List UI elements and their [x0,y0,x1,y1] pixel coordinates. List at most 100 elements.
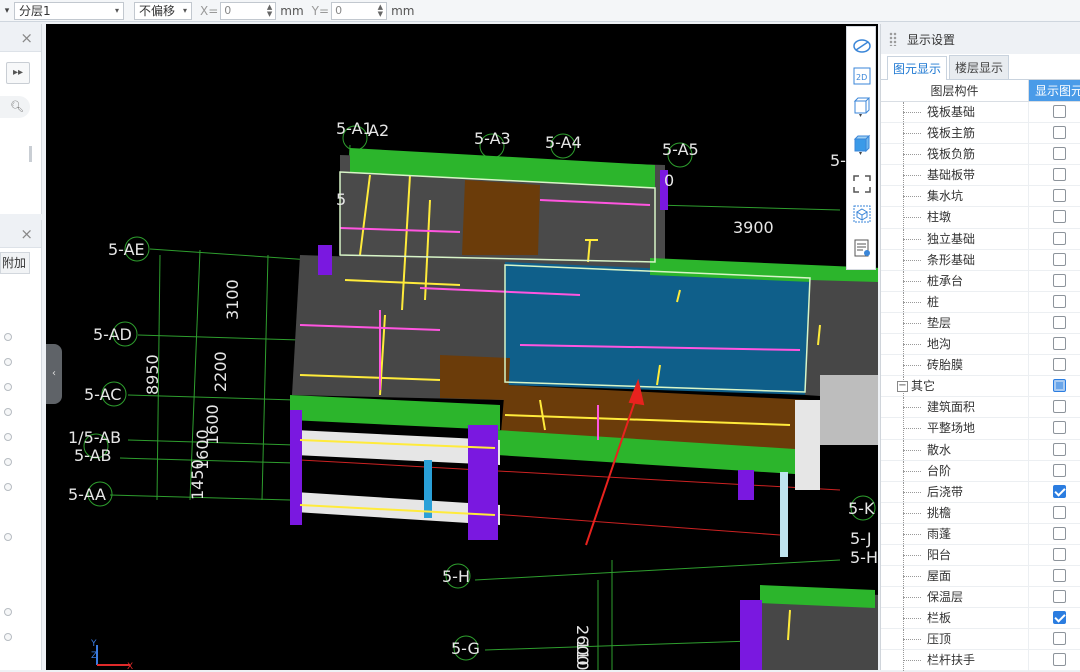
show-element-checkbox[interactable] [1053,400,1066,414]
layer-row[interactable]: 基础板带 [881,165,1080,187]
show-element-checkbox[interactable] [1053,189,1066,203]
layer-row[interactable]: 砖胎膜 [881,355,1080,377]
layer-row[interactable]: 柱墩 [881,207,1080,229]
show-element-checkbox[interactable] [1053,379,1066,393]
show-element-checkbox[interactable] [1053,547,1066,561]
search-icon[interactable]: 🔍︎ [0,96,30,118]
radio-button[interactable] [4,358,12,366]
radio-button[interactable] [4,333,12,341]
layer-row[interactable]: 雨蓬 [881,523,1080,545]
radio-button[interactable] [4,408,12,416]
spin-icon[interactable]: ▲ ▼ [267,3,272,18]
layer-row[interactable]: 筏板基础 [881,102,1080,124]
layer-row[interactable]: 条形基础 [881,249,1080,271]
show-element-checkbox[interactable] [1053,611,1066,625]
radio-button[interactable] [4,633,12,641]
layer-row[interactable]: 屋面 [881,566,1080,588]
show-element-checkbox[interactable] [1053,147,1066,161]
tab-element-display[interactable]: 图元显示 [887,56,948,80]
show-element-checkbox[interactable] [1053,463,1066,477]
layer-row[interactable]: 独立基础 [881,228,1080,250]
show-element-checkbox[interactable] [1053,358,1066,372]
radio-button[interactable] [4,608,12,616]
dimension-label: 3900 [733,218,774,237]
tree-line [903,660,921,662]
tree-line [903,576,921,578]
3d-box-icon[interactable]: ▾ [851,95,873,117]
layer-row[interactable]: 筏板负筋 [881,144,1080,166]
layer-row[interactable]: 桩 [881,291,1080,313]
radio-button[interactable] [4,383,12,391]
show-element-checkbox[interactable] [1053,337,1066,351]
display-settings-icon[interactable] [851,237,873,259]
layer-row-show-cell [1029,250,1080,270]
layer-row[interactable]: 散水 [881,439,1080,461]
collapse-left-panel-handle[interactable]: ‹ [46,344,62,404]
show-element-checkbox[interactable] [1053,526,1066,540]
show-element-checkbox[interactable] [1053,421,1066,435]
show-element-checkbox[interactable] [1053,168,1066,182]
radio-button[interactable] [4,433,12,441]
offset-select[interactable]: 不偏移 ▾ [134,1,192,20]
show-element-checkbox[interactable] [1053,105,1066,118]
show-element-checkbox[interactable] [1053,210,1066,224]
collapse-icon[interactable]: − [897,381,908,393]
layer-row[interactable]: − 其它 [881,376,1080,398]
dropdown-arrow-icon[interactable]: ▾ [0,6,14,16]
layer-row[interactable]: 筏板主筋 [881,123,1080,145]
show-element-checkbox[interactable] [1053,231,1066,245]
box-select-icon[interactable] [851,203,873,225]
layer-row[interactable]: 台阶 [881,460,1080,482]
show-element-checkbox[interactable] [1053,590,1066,604]
layer-row[interactable]: 平整场地 [881,418,1080,440]
layer-row-name-cell: 保温层 [881,587,1029,608]
layer-row-show-cell [1029,397,1080,417]
panel-title-bar[interactable]: 显示设置 [881,24,1080,54]
spin-icon[interactable]: ▲ ▼ [378,3,383,18]
3d-viewport[interactable]: 5-A1 A2 5-A3 5-A4 5-A5 5- 5-AE 5-AD 5-AC… [46,24,878,670]
show-element-checkbox[interactable] [1053,294,1066,308]
drag-grip-icon[interactable] [889,32,897,46]
show-element-checkbox[interactable] [1053,273,1066,287]
y-label: Y= [311,3,330,18]
layer-row[interactable]: 后浇带 [881,481,1080,503]
layer-row[interactable]: 地沟 [881,334,1080,356]
show-element-checkbox[interactable] [1053,569,1066,583]
layer-select[interactable]: 分层1 ▾ [14,1,124,20]
show-element-checkbox[interactable] [1053,484,1066,498]
layer-row[interactable]: 集水坑 [881,186,1080,208]
layer-row[interactable]: 栏板 [881,608,1080,630]
zoom-extents-icon[interactable] [851,173,873,195]
radio-button[interactable] [4,483,12,491]
add-button[interactable]: 附加 [0,252,30,274]
layer-row[interactable]: 栏杆扶手 [881,650,1080,672]
y-input[interactable]: 0 ▲ ▼ [331,1,388,20]
layer-row[interactable]: 保温层 [881,587,1080,609]
2d-view-icon[interactable]: 2D [851,65,873,87]
orbit-icon[interactable] [851,35,873,57]
tab-floor-display[interactable]: 楼层显示 [949,55,1010,79]
show-element-checkbox[interactable] [1053,315,1066,329]
close-icon[interactable]: × [20,225,33,243]
show-element-checkbox[interactable] [1053,126,1066,140]
show-element-checkbox[interactable] [1053,505,1066,519]
layer-row[interactable]: 阳台 [881,544,1080,567]
show-element-checkbox[interactable] [1053,632,1066,646]
scrollbar[interactable] [29,146,32,162]
layer-row-show-cell [1029,418,1080,438]
x-input[interactable]: 0 ▲ ▼ [220,1,277,20]
layer-row[interactable]: 挑檐 [881,502,1080,524]
tree-line [903,301,921,303]
solid-box-icon[interactable]: ▾ [851,133,873,155]
radio-button[interactable] [4,533,12,541]
show-element-checkbox[interactable] [1053,252,1066,266]
layer-row[interactable]: 桩承台 [881,270,1080,292]
layer-row[interactable]: 垫层 [881,312,1080,335]
close-icon[interactable]: × [20,29,33,47]
layer-row[interactable]: 压顶 [881,629,1080,651]
show-element-checkbox[interactable] [1053,653,1066,667]
layer-row[interactable]: 建筑面积 [881,397,1080,419]
expand-button[interactable]: ▸▸ [6,62,30,84]
radio-button[interactable] [4,458,12,466]
show-element-checkbox[interactable] [1053,442,1066,456]
